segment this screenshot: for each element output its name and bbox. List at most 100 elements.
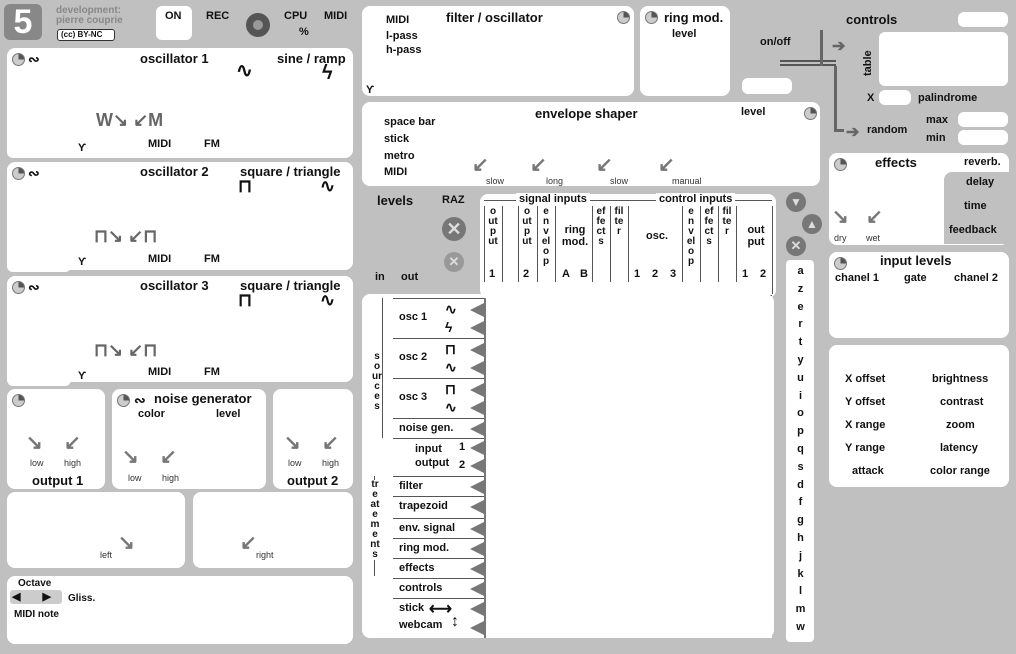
min-field[interactable] [958,130,1008,145]
row-ringmod-tri[interactable] [470,542,484,556]
input-levels-pie-icon[interactable] [834,257,847,270]
key-letter-h[interactable]: h [787,532,814,544]
row-trapezoid-tri[interactable] [470,500,484,514]
env-trigger-metro[interactable]: metro [384,150,415,162]
osc1-sine-icon[interactable]: ∾ [28,51,40,68]
row-osc3-tri-2[interactable] [470,401,484,415]
osc2-value-field[interactable] [7,256,71,272]
video-attack[interactable]: attack [852,465,884,477]
output1-high-arrow[interactable]: ↙ [64,430,81,455]
osc1-wave-shape-icon[interactable]: W↘ ↙M [96,110,163,131]
key-letter-t[interactable]: t [787,336,814,348]
raz-small-close-icon[interactable]: ✕ [444,252,464,272]
osc2-square-wave-icon[interactable]: ⊓ [238,176,252,197]
env-knob-arrow-3[interactable]: ↙ [596,152,613,177]
env-trigger-spacebar[interactable]: space bar [384,116,435,128]
env-trigger-midi[interactable]: MIDI [384,166,407,178]
osc3-wave-shape-icon[interactable]: ⊓↘ ↙⊓ [94,340,157,361]
key-letter-i[interactable]: i [787,390,814,402]
osc2-wave-shape-icon[interactable]: ⊓↘ ↙⊓ [94,226,157,247]
osc1-pie-icon[interactable] [12,53,25,66]
effects-reverb[interactable]: reverb. [964,156,1001,168]
video-x-range[interactable]: X range [845,419,885,431]
octave-right-icon[interactable]: ▶ [42,591,50,603]
row-input-tri-2[interactable] [470,459,484,473]
filter-hpass[interactable]: h-pass [386,44,421,56]
key-letter-w[interactable]: w [787,621,814,633]
key-letter-r[interactable]: r [787,318,814,330]
video-contrast[interactable]: contrast [940,396,983,408]
env-knob-arrow-2[interactable]: ↙ [530,152,547,177]
osc1-sine-wave-icon[interactable]: ∿ [236,58,253,83]
nav-up-icon[interactable]: ▲ [802,214,822,234]
video-y-offset[interactable]: Y offset [845,396,885,408]
octave-left-icon[interactable]: ◀ [12,591,20,603]
row-osc2-tri-2[interactable] [470,361,484,375]
random-toggle[interactable]: random [867,124,907,136]
row-input-tri-1[interactable] [470,441,484,455]
effects-delay[interactable]: delay [966,176,994,188]
video-x-offset[interactable]: X offset [845,373,885,385]
controls-onoff-field[interactable] [742,78,792,94]
env-trigger-stick[interactable]: stick [384,133,409,145]
output2-low-arrow[interactable]: ↘ [284,430,301,455]
nav-close-icon[interactable]: ✕ [786,236,806,256]
env-knob-arrow-1[interactable]: ↙ [472,152,489,177]
row-osc1-tri-1[interactable] [470,303,484,317]
table-display[interactable] [879,32,1008,86]
key-letter-y[interactable]: y [787,354,814,366]
row-stick-tri[interactable] [470,602,484,616]
row-controls-tri[interactable] [470,582,484,596]
key-letter-e[interactable]: e [787,301,814,313]
wet-knob-arrow[interactable]: ↙ [866,204,883,229]
osc3-sine-icon[interactable]: ∾ [28,279,40,296]
video-color-range[interactable]: color range [930,465,990,477]
filter-value-field[interactable] [362,64,420,80]
gliss-label[interactable]: Gliss. [68,593,95,604]
row-webcam-tri[interactable] [470,621,484,635]
filter-lpass[interactable]: l-pass [386,30,418,42]
osc3-value-field[interactable] [7,370,71,386]
noise-sine-icon[interactable]: ∾ [134,392,146,409]
video-zoom[interactable]: zoom [946,419,975,431]
key-letter-l[interactable]: l [787,585,814,597]
key-letter-d[interactable]: d [787,479,814,491]
pan-right-arrow[interactable]: ↙ [240,530,257,555]
effects-feedback[interactable]: feedback [949,224,997,236]
raz-close-icon[interactable]: ✕ [442,217,466,241]
key-letter-f[interactable]: f [787,496,814,508]
nav-down-icon[interactable]: ▼ [786,192,806,212]
controls-field-top[interactable] [958,12,1008,27]
noise-pie-icon[interactable] [117,394,130,407]
noise-high-arrow[interactable]: ↙ [160,444,177,469]
row-osc3-tri-1[interactable] [470,383,484,397]
matrix-grid[interactable] [484,298,772,638]
palindrome-toggle[interactable]: palindrome [918,92,977,104]
key-letter-z[interactable]: z [787,283,814,295]
video-y-range[interactable]: Y range [845,442,885,454]
osc2-triangle-wave-icon[interactable]: ∿ [320,176,335,197]
x-field[interactable] [879,90,911,105]
octave-stepper[interactable]: ◀ ▶ [10,590,62,604]
output2-high-arrow[interactable]: ↙ [322,430,339,455]
osc2-sine-icon[interactable]: ∾ [28,165,40,182]
effects-time[interactable]: time [964,200,987,212]
noise-low-arrow[interactable]: ↘ [122,444,139,469]
key-letter-j[interactable]: j [787,550,814,562]
max-field[interactable] [958,112,1008,127]
filter-pie-icon[interactable] [617,11,630,24]
row-noise-tri[interactable] [470,422,484,436]
row-envsignal-tri[interactable] [470,522,484,536]
key-letter-q[interactable]: q [787,443,814,455]
video-latency[interactable]: latency [940,442,978,454]
ringmod-pie-icon[interactable] [645,11,658,24]
key-letter-k[interactable]: k [787,568,814,580]
osc1-ramp-wave-icon[interactable]: ϟ [322,62,333,85]
output1-pie-icon[interactable] [12,394,25,407]
dry-knob-arrow[interactable]: ↘ [832,204,849,229]
row-filter-tri[interactable] [470,480,484,494]
key-letter-a[interactable]: a [787,265,814,277]
rec-button[interactable] [246,13,270,37]
row-osc1-tri-2[interactable] [470,321,484,335]
osc1-value-field[interactable] [7,142,71,158]
